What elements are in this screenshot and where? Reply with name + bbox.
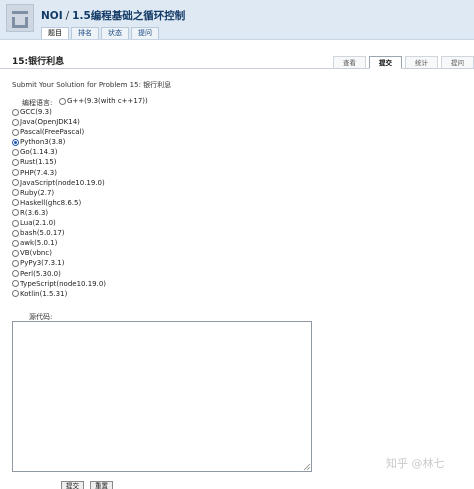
- language-option[interactable]: R(3.6.3): [12, 208, 106, 218]
- radio-button[interactable]: [12, 290, 19, 298]
- language-option-label: Pascal(FreePascal): [20, 128, 85, 137]
- nav-tab-problems[interactable]: 题目: [41, 27, 69, 39]
- language-option-label: G++(9.3(with c++17)): [67, 97, 148, 105]
- language-option-label: JavaScript(node10.19.0): [20, 178, 105, 187]
- nav-tab-ranking[interactable]: 排名: [71, 27, 99, 39]
- language-option-label: GCC(9.3): [20, 108, 52, 116]
- radio-button[interactable]: [59, 97, 66, 105]
- language-option-gpp[interactable]: G++(9.3(with c++17)): [59, 97, 148, 105]
- language-list: GCC(9.3) Java(OpenJDK14) Pascal(FreePascal…: [12, 107, 106, 299]
- language-option-label: Go(1.14.3): [20, 148, 58, 157]
- language-option[interactable]: PyPy3(7.3.1): [12, 258, 106, 268]
- nav-tab-status[interactable]: 状态: [101, 27, 129, 39]
- logo-shape: [12, 25, 28, 28]
- language-option[interactable]: Ruby(2.7): [12, 188, 106, 198]
- language-option-label: bash(5.0.17): [20, 229, 65, 238]
- radio-button[interactable]: [12, 229, 19, 237]
- language-option[interactable]: awk(5.0.1): [12, 238, 106, 248]
- radio-button[interactable]: [12, 108, 19, 116]
- submit-heading: Submit Your Solution for Problem 15: 银行利…: [12, 81, 172, 89]
- radio-button[interactable]: [12, 118, 19, 126]
- main-nav: 题目 排名 状态 提问: [41, 27, 161, 39]
- language-option[interactable]: Lua(2.1.0): [12, 218, 106, 228]
- radio-button[interactable]: [12, 199, 19, 207]
- language-option-label: Rust(1.15): [20, 158, 57, 167]
- radio-button[interactable]: [12, 159, 19, 167]
- radio-button[interactable]: [12, 219, 19, 227]
- nav-tab-questions[interactable]: 提问: [131, 27, 159, 39]
- radio-button[interactable]: [12, 189, 19, 197]
- language-option[interactable]: Haskell(ghc8.6.5): [12, 198, 106, 208]
- site-name-link[interactable]: NOI: [41, 10, 63, 22]
- tab-statistics[interactable]: 统计: [405, 56, 438, 69]
- radio-button[interactable]: [12, 209, 19, 217]
- language-option-label: TypeScript(node10.19.0): [20, 279, 107, 288]
- radio-button[interactable]: [12, 239, 19, 247]
- language-option-label: Perl(5.30.0): [20, 269, 61, 278]
- watermark: 知乎 @林七: [386, 457, 445, 470]
- language-option[interactable]: Perl(5.30.0): [12, 269, 106, 279]
- language-option[interactable]: Go(1.14.3): [12, 147, 106, 157]
- site-header: NOI/1.5编程基础之循环控制 题目 排名 状态 提问: [0, 0, 474, 40]
- language-option-label: Ruby(2.7): [20, 188, 55, 197]
- language-option[interactable]: Pascal(FreePascal): [12, 127, 106, 137]
- source-code-input[interactable]: [12, 321, 312, 472]
- radio-button[interactable]: [12, 249, 19, 257]
- tab-view[interactable]: 查看: [333, 56, 366, 69]
- language-option-label: awk(5.0.1): [20, 239, 58, 248]
- tab-ask[interactable]: 提问: [441, 56, 474, 69]
- language-option-label: VB(vbnc): [20, 249, 52, 258]
- language-option[interactable]: Python3(3.8): [12, 137, 106, 147]
- title-separator: /: [65, 10, 70, 22]
- submit-button[interactable]: 提交: [61, 481, 84, 489]
- problem-header: 15:银行利息 查看 提交 统计 提问: [0, 49, 474, 69]
- radio-button[interactable]: [12, 259, 19, 267]
- language-option[interactable]: PHP(7.4.3): [12, 168, 106, 178]
- radio-button[interactable]: [12, 138, 19, 146]
- radio-button[interactable]: [12, 270, 19, 278]
- language-option-label: Haskell(ghc8.6.5): [20, 198, 82, 207]
- language-option-label: PHP(7.4.3): [20, 168, 57, 177]
- problem-title: 15:银行利息: [12, 57, 65, 67]
- radio-button[interactable]: [12, 148, 19, 156]
- logo-shape: [12, 11, 28, 14]
- language-option[interactable]: GCC(9.3): [12, 107, 106, 117]
- language-option[interactable]: bash(5.0.17): [12, 228, 106, 238]
- tab-submit[interactable]: 提交: [369, 56, 402, 69]
- radio-button[interactable]: [12, 280, 19, 288]
- radio-button[interactable]: [12, 128, 19, 136]
- site-logo[interactable]: [6, 4, 34, 32]
- language-option[interactable]: Kotlin(1.5.31): [12, 289, 106, 299]
- language-option-label: Java(OpenJDK14): [20, 118, 80, 127]
- resize-handle-icon[interactable]: [303, 463, 311, 471]
- section-name-link[interactable]: 1.5编程基础之循环控制: [72, 10, 185, 22]
- language-option[interactable]: Java(OpenJDK14): [12, 117, 106, 127]
- radio-button[interactable]: [12, 179, 19, 187]
- language-option[interactable]: TypeScript(node10.19.0): [12, 279, 106, 289]
- reset-button[interactable]: 重置: [90, 481, 113, 489]
- language-option-label: Kotlin(1.5.31): [20, 289, 68, 298]
- language-option-label: Lua(2.1.0): [20, 219, 56, 228]
- language-option-label: Python3(3.8): [20, 138, 66, 147]
- radio-button[interactable]: [12, 169, 19, 177]
- language-option-label: R(3.6.3): [20, 208, 49, 217]
- language-option[interactable]: VB(vbnc): [12, 248, 106, 258]
- site-title: NOI/1.5编程基础之循环控制: [41, 8, 185, 23]
- language-option[interactable]: Rust(1.15): [12, 157, 106, 167]
- language-option-label: PyPy3(7.3.1): [20, 259, 65, 268]
- language-option[interactable]: JavaScript(node10.19.0): [12, 178, 106, 188]
- problem-tabs: 查看 提交 统计 提问: [330, 56, 474, 69]
